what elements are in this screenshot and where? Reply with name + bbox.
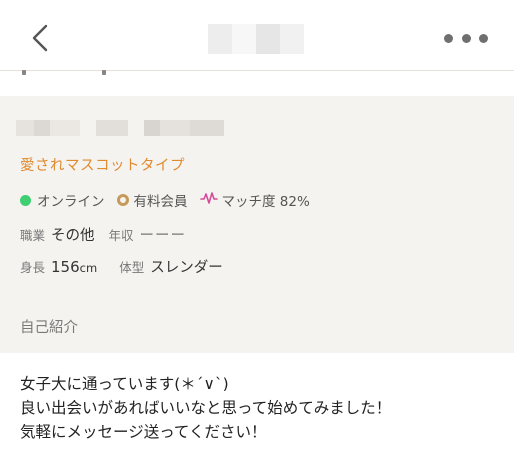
chevron-left-icon (24, 18, 60, 58)
match-rate-label: マッチ度 82% (221, 194, 310, 210)
intro-line: 女子大に通っています(＊´∨`) (20, 375, 229, 393)
mosaic-tile (80, 120, 96, 136)
intro-line: 良い出会いがあればいいなと思って始めてみました！ (20, 399, 392, 417)
mosaic-tile (50, 120, 80, 136)
online-badge: オンライン (20, 190, 105, 210)
income-label: 年収 (108, 228, 134, 243)
status-badges: オンライン 有料会員 マッチ度 82% (20, 190, 322, 210)
mosaic-tile (96, 120, 128, 136)
mosaic-tile (144, 120, 160, 136)
more-horizontal-icon (479, 33, 488, 43)
online-dot-icon (20, 194, 31, 206)
mosaic-tile (34, 120, 50, 136)
mosaic-tile (190, 120, 224, 136)
body-type-value: スレンダー (150, 260, 223, 276)
mosaic-tile (128, 120, 144, 136)
profile-info-section: 愛されマスコットタイプ オンライン 有料会員 マッチ度 82% 職業 その他 年… (0, 96, 514, 353)
height-value: 156 (51, 258, 80, 276)
mosaic-tile (256, 24, 280, 54)
mosaic-tile (232, 24, 256, 54)
mosaic-tile (160, 120, 190, 136)
medal-icon (116, 194, 129, 206)
paid-member-badge: 有料会員 (116, 190, 188, 210)
profile-photo-edge (18, 70, 110, 76)
self-intro-text: 女子大に通っています(＊´∨`) 良い出会いがあればいいなと思って始めてみました… (20, 372, 500, 444)
pulse-icon (199, 191, 218, 209)
occupation-value: その他 (51, 228, 95, 244)
mosaic-tile (16, 120, 34, 136)
self-intro-heading: 自己紹介 (20, 320, 78, 336)
match-rate-badge: マッチ度 82% (199, 190, 310, 210)
mosaic-tile (208, 24, 232, 54)
more-options-button[interactable] (444, 30, 488, 46)
height-label: 身長 (20, 260, 46, 275)
intro-line: 気軽にメッセージ送ってください！ (20, 423, 267, 441)
app-header (0, 0, 514, 71)
more-horizontal-icon (444, 33, 453, 43)
occupation-label: 職業 (20, 228, 46, 243)
height-unit: cm (79, 261, 98, 275)
more-horizontal-icon (461, 33, 471, 43)
mosaic-tile (280, 24, 304, 54)
paid-member-label: 有料会員 (133, 194, 188, 210)
occupation-income-row: 職業 その他 年収 ーーー (20, 224, 186, 245)
profile-name-mosaic (16, 120, 224, 136)
height-body-row: 身長 156 cm 体型 スレンダー (20, 256, 237, 277)
body-type-label: 体型 (119, 260, 145, 275)
catchphrase: 愛されマスコットタイプ (20, 158, 185, 174)
back-button[interactable] (24, 18, 60, 58)
page-title-mosaic (208, 24, 304, 54)
online-label: オンライン (37, 194, 105, 210)
income-value: ーーー (139, 228, 187, 244)
